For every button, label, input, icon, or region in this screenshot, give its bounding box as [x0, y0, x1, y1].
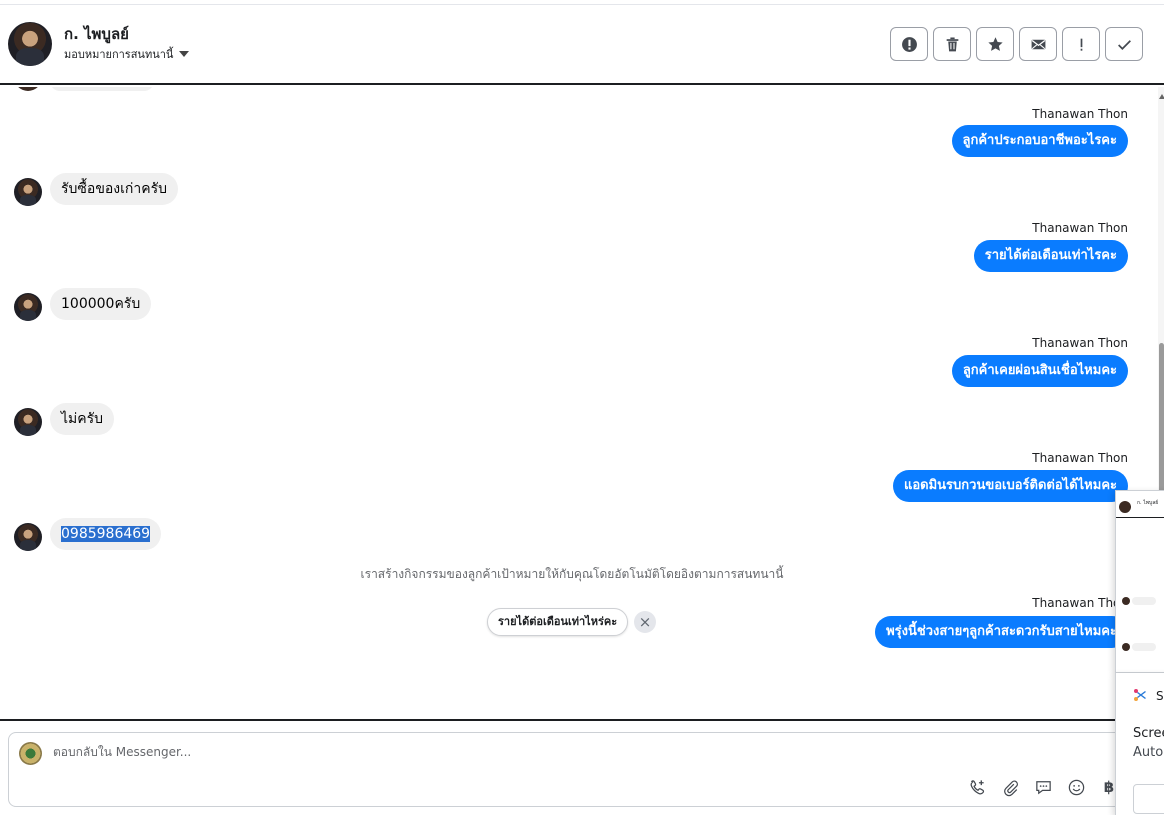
sender-name: Thanawan Thon — [1032, 107, 1128, 121]
reply-composer: ฿ — [8, 732, 1158, 807]
star-icon — [987, 36, 1003, 51]
composer-divider — [0, 719, 1164, 721]
message-bubble-incoming — [50, 87, 154, 91]
snipping-tool-notification[interactable]: Sn Scree Autor — [1115, 673, 1164, 815]
follow-up-button[interactable] — [1062, 27, 1100, 61]
check-icon — [1117, 39, 1131, 50]
mark-unread-button[interactable] — [1019, 27, 1057, 61]
message-bubble-outgoing[interactable]: ลูกค้าเคยผ่อนสินเชื่อไหมคะ — [951, 355, 1128, 387]
thumbnail-avatar — [1119, 501, 1131, 513]
sender-name: Thanawan Thon — [1032, 451, 1128, 465]
notification-heading: Scree — [1133, 726, 1164, 741]
report-button[interactable] — [890, 27, 928, 61]
reply-input[interactable] — [53, 745, 753, 759]
composer-tools: ฿ — [967, 774, 1123, 797]
contact-avatar-small — [14, 87, 42, 91]
assign-conversation-dropdown[interactable]: มอบหมายการสนทนานี้ — [64, 45, 190, 63]
emoji-icon — [1068, 779, 1084, 795]
message-bubble-outgoing[interactable]: ลูกค้าประกอบอาชีพอะไรคะ — [951, 125, 1128, 157]
header-actions — [890, 27, 1143, 61]
thumbnail-name: ก. ไพบูลย์ — [1137, 500, 1159, 506]
contact-avatar-small — [14, 293, 42, 321]
message-bubble-incoming[interactable]: 100000ครับ — [50, 288, 152, 320]
scroll-up-arrow-icon[interactable] — [1159, 94, 1164, 99]
suggested-reply-chip[interactable]: รายได้ต่อเดือนเท่าไหร่คะ — [487, 608, 629, 636]
message-bubble-incoming[interactable]: 0985986469 — [50, 518, 162, 550]
saved-replies-button[interactable] — [1033, 777, 1053, 797]
contact-avatar-small — [14, 523, 42, 551]
conversation-preview-thumbnail[interactable]: ก. ไพบูลย์ — [1115, 490, 1164, 673]
message-bubble-outgoing[interactable]: แอดมินรบกวนขอเบอร์ติดต่อได้ไหมคะ — [892, 470, 1128, 502]
message-thread[interactable]: Thanawan Thon ลูกค้าประกอบอาชีพอะไรคะ รั… — [0, 87, 1158, 719]
sender-name: Thanawan Thon — [1032, 336, 1128, 350]
phone-plus-icon — [970, 779, 984, 794]
sender-name: Thanawan Thon — [1032, 221, 1128, 235]
call-button[interactable] — [967, 777, 987, 797]
mark-done-button[interactable] — [1105, 27, 1143, 61]
message-bubble-outgoing[interactable]: รายได้ต่อเดือนเท่าไรคะ — [973, 240, 1128, 272]
notification-action-button[interactable] — [1133, 784, 1164, 814]
contact-avatar-small — [14, 408, 42, 436]
thumbnail-avatar — [1122, 597, 1130, 605]
system-note: เราสร้างกิจกรรมของลูกค้าเป้าหมายให้กับคุ… — [360, 567, 784, 581]
thumbnail-avatar — [1122, 643, 1130, 651]
messenger-inbox: ก. ไพบูลย์ มอบหมายการสนทนานี้ Thanawan T… — [0, 0, 1164, 815]
mail-icon — [1031, 39, 1045, 49]
caret-down-icon — [179, 51, 190, 57]
attach-button[interactable] — [1000, 777, 1020, 797]
exclamation-icon — [1080, 38, 1082, 51]
sender-name: Thanawan Thon — [1032, 596, 1128, 610]
contact-name[interactable]: ก. ไพบูลย์ — [64, 22, 129, 46]
thumbnail-bubble — [1132, 643, 1156, 651]
conversation-header: ก. ไพบูลย์ มอบหมายการสนทนานี้ — [0, 5, 1164, 85]
baht-icon: ฿ — [1103, 778, 1115, 796]
star-button[interactable] — [976, 27, 1014, 61]
trash-icon — [946, 36, 958, 51]
message-bubble-outgoing[interactable]: พรุ่งนี้ช่วงสายๆลูกค้าสะดวกรับสายไหมคะ — [875, 616, 1128, 648]
thumbnail-divider — [1116, 517, 1164, 518]
snipping-tool-icon — [1134, 689, 1146, 701]
notification-body: Autor — [1133, 745, 1164, 760]
contact-avatar-small — [14, 178, 42, 206]
page-avatar — [19, 742, 42, 765]
report-icon — [901, 36, 917, 52]
delete-button[interactable] — [933, 27, 971, 61]
chat-bubble-icon — [1035, 780, 1051, 794]
contact-avatar[interactable] — [8, 22, 52, 66]
thumbnail-bubble — [1132, 597, 1156, 605]
paperclip-icon — [1003, 780, 1018, 796]
message-bubble-incoming[interactable]: ไม่ครับ — [50, 403, 115, 435]
assign-label: มอบหมายการสนทนานี้ — [64, 48, 174, 61]
emoji-button[interactable] — [1066, 777, 1086, 797]
close-suggestion-button[interactable]: × — [634, 611, 656, 633]
notification-title: Sn — [1156, 689, 1164, 703]
selected-phone-number: 0985986469 — [61, 526, 151, 542]
message-bubble-incoming[interactable]: รับซื้อของเก่าครับ — [50, 173, 179, 205]
